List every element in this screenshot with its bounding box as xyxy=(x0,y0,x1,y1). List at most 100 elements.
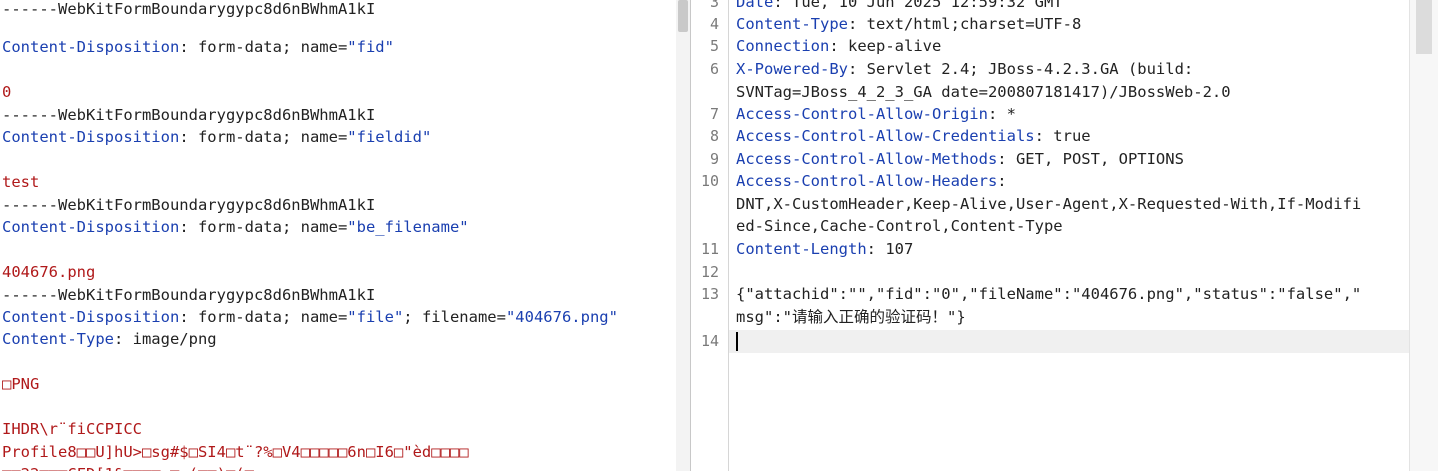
request-body-token: ------WebKitFormBoundarygypc8d6nBWhmA1kI xyxy=(2,196,376,214)
request-body-editor[interactable]: ------WebKitFormBoundarygypc8d6nBWhmA1kI… xyxy=(0,0,676,471)
request-body-token: ------WebKitFormBoundarygypc8d6nBWhmA1kI xyxy=(2,106,376,124)
line-number: 10 xyxy=(700,172,719,190)
line-number: 3 xyxy=(709,0,719,11)
line-number: 12 xyxy=(700,263,719,281)
response-line: msg":"请输入正确的验证码！"} xyxy=(736,306,966,329)
request-body-line: ------WebKitFormBoundarygypc8d6nBWhmA1kI xyxy=(2,104,375,127)
response-line: Date: Tue, 10 Jun 2025 12:59:32 GMT xyxy=(736,0,1063,14)
request-body-line: Content-Disposition: form-data; name="fi… xyxy=(2,126,431,149)
request-body-token: : form-data; name= xyxy=(179,38,348,56)
line-number: 6 xyxy=(709,60,719,78)
response-token: : Servlet 2.4; JBoss-4.2.3.GA (build: xyxy=(847,60,1194,78)
response-token: {"attachid":"","fid":"0","fileName":"404… xyxy=(736,285,1362,303)
request-body-line: ------WebKitFormBoundarygypc8d6nBWhmA1kI xyxy=(2,0,375,21)
request-body-line: Content-Disposition: form-data; name="fi… xyxy=(2,36,394,59)
response-token: X-Powered-By xyxy=(736,60,848,78)
request-body-token: □□22□□□CFD[1&□□□□ □ (□□)□(□ xyxy=(2,465,254,471)
response-scrollbar[interactable] xyxy=(1409,0,1438,471)
response-line: Access-Control-Allow-Headers: xyxy=(736,170,1007,193)
line-number: 4 xyxy=(709,15,719,33)
request-body-token: "fid" xyxy=(347,38,394,56)
request-body-line: test xyxy=(2,171,39,194)
request-body-token: ; filename= xyxy=(403,308,506,326)
request-body-token: Profile8□□U]hU>□sg#$□SI4□t¨?%□V4□□□□□6n□… xyxy=(2,443,469,461)
response-line: SVNTag=JBoss_4_2_3_GA date=200807181417)… xyxy=(736,81,1231,104)
request-body-token: Content-Disposition xyxy=(2,218,180,236)
line-number: 11 xyxy=(700,240,719,258)
request-body-token: Content-Disposition xyxy=(2,128,180,146)
line-number: 7 xyxy=(709,105,719,123)
request-scrollbar-thumb[interactable] xyxy=(678,0,688,32)
response-line: Content-Type: text/html;charset=UTF-8 xyxy=(736,13,1081,36)
response-scrollbar-thumb[interactable] xyxy=(1416,0,1432,54)
request-body-token: "404676.png" xyxy=(505,308,618,326)
response-token: msg":"请输入正确的验证码！"} xyxy=(736,307,966,326)
response-line: Content-Length: 107 xyxy=(736,238,913,261)
response-token: Access-Control-Allow-Methods xyxy=(736,150,998,168)
request-body-line: IHDR\r¨fiCCPICC xyxy=(2,418,142,441)
response-token: Access-Control-Allow-Credentials xyxy=(736,127,1035,145)
response-token: SVNTag=JBoss_4_2_3_GA date=200807181417)… xyxy=(736,82,1231,101)
response-editor[interactable]: 3 4 5 6 7 8 9 10 11 12 13 14 Date: Tue, 10 Jun 2025… xyxy=(691,0,1438,471)
request-body-token: Content-Type xyxy=(2,330,114,348)
line-number: 14 xyxy=(700,332,719,350)
request-body-token: : form-data; name= xyxy=(179,308,348,326)
request-body-line: □PNG xyxy=(2,373,39,396)
response-token: Date xyxy=(736,0,774,11)
request-body-line: ------WebKitFormBoundarygypc8d6nBWhmA1kI xyxy=(2,284,375,307)
request-body-token: ------WebKitFormBoundarygypc8d6nBWhmA1kI xyxy=(2,0,376,18)
line-number: 5 xyxy=(709,37,719,55)
request-scrollbar[interactable] xyxy=(676,0,690,471)
response-token: Content-Type xyxy=(736,15,848,33)
request-body-token: Content-Disposition xyxy=(2,308,180,326)
response-line: X-Powered-By: Servlet 2.4; JBoss-4.2.3.G… xyxy=(736,58,1193,81)
response-line: Access-Control-Allow-Credentials: true xyxy=(736,125,1091,148)
response-token: Access-Control-Allow-Headers xyxy=(736,172,998,190)
response-token: : 107 xyxy=(866,240,914,258)
response-token: : true xyxy=(1034,127,1091,145)
request-body-token: 0 xyxy=(2,83,12,101)
line-number: 13 xyxy=(700,285,719,303)
response-token: : Tue, 10 Jun 2025 12:59:32 GMT xyxy=(773,0,1063,11)
response-line: DNT,X-CustomHeader,Keep-Alive,User-Agent… xyxy=(736,193,1361,216)
request-body-token: : image/png xyxy=(113,330,217,348)
request-body-line: 404676.png xyxy=(2,261,95,284)
line-number-gutter: 3 4 5 6 7 8 9 10 11 12 13 14 xyxy=(691,0,729,471)
response-token: DNT,X-CustomHeader,Keep-Alive,User-Agent… xyxy=(736,194,1362,213)
response-token: : xyxy=(997,172,1007,190)
line-number: 8 xyxy=(709,127,719,145)
request-body-token: "file" xyxy=(347,308,404,326)
response-token: Access-Control-Allow-Origin xyxy=(736,105,988,123)
request-body-line: □□22□□□CFD[1&□□□□ □ (□□)□(□ xyxy=(2,463,254,471)
response-token: Content-Length xyxy=(736,240,867,258)
current-line-highlight xyxy=(729,330,1409,353)
request-body-line: ------WebKitFormBoundarygypc8d6nBWhmA1kI xyxy=(2,194,375,217)
request-body-token: "be_filename" xyxy=(347,218,469,236)
request-body-line: Profile8□□U]hU>□sg#$□SI4□t¨?%□V4□□□□□6n□… xyxy=(2,441,469,464)
response-token: : GET, POST, OPTIONS xyxy=(997,150,1184,168)
response-line: Connection: keep-alive xyxy=(736,35,941,58)
request-body-token: "fieldid" xyxy=(347,128,432,146)
request-body-line: Content-Disposition: form-data; name="be… xyxy=(2,216,469,239)
line-number: 9 xyxy=(709,150,719,168)
request-body-token: IHDR\r¨fiCCPICC xyxy=(2,420,142,438)
response-token: ed-Since,Cache-Control,Content-Type xyxy=(736,217,1063,235)
request-body-line: Content-Disposition: form-data; name="fi… xyxy=(2,306,618,329)
request-body-token: Content-Disposition xyxy=(2,38,180,56)
text-caret xyxy=(736,332,738,351)
request-body-token: : form-data; name= xyxy=(179,218,348,236)
response-line: Access-Control-Allow-Origin: * xyxy=(736,103,1016,126)
request-body-line: 0 xyxy=(2,81,11,104)
response-token: : * xyxy=(987,105,1016,123)
request-body-token: test xyxy=(2,173,40,191)
request-body-token: : form-data; name= xyxy=(179,128,348,146)
response-token: : keep-alive xyxy=(829,37,942,55)
request-body-line: Content-Type: image/png xyxy=(2,328,217,351)
request-body-token: ------WebKitFormBoundarygypc8d6nBWhmA1kI xyxy=(2,286,376,304)
response-line: {"attachid":"","fid":"0","fileName":"404… xyxy=(736,283,1361,306)
request-body-token: 404676.png xyxy=(2,263,96,281)
response-line: ed-Since,Cache-Control,Content-Type xyxy=(736,215,1063,238)
response-line: Access-Control-Allow-Methods: GET, POST,… xyxy=(736,148,1184,171)
response-token: Connection xyxy=(736,37,830,55)
request-body-token: □PNG xyxy=(2,375,40,393)
